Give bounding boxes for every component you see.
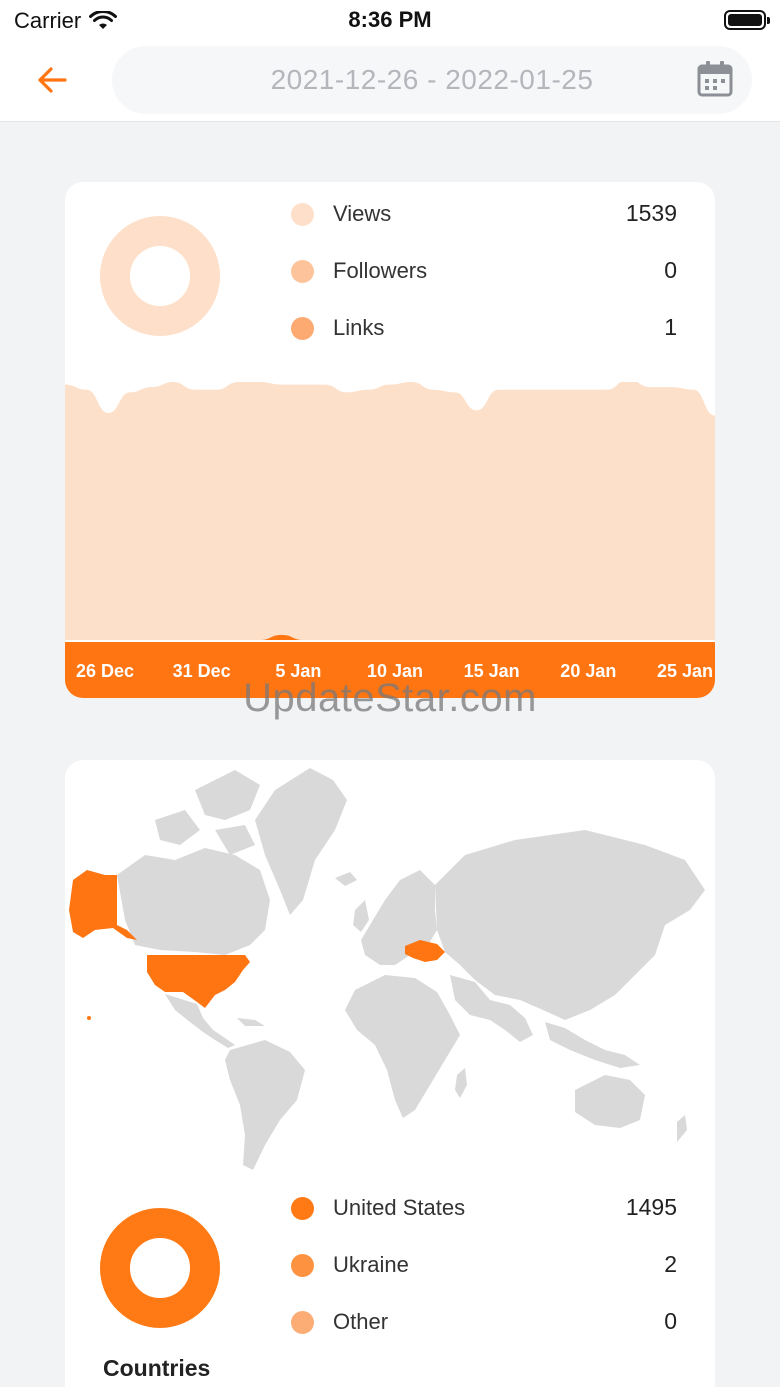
world-map — [69, 768, 705, 1170]
legend-dot-views — [291, 203, 314, 226]
views-area-chart — [65, 382, 715, 640]
status-time: 8:36 PM — [348, 7, 432, 32]
arrow-left-icon — [38, 67, 67, 93]
stats-donut-chart — [100, 216, 220, 336]
stats-legend: Views 1539 Followers 0 Links 1 — [291, 190, 677, 361]
legend-value-links: 1 — [664, 314, 677, 340]
calendar-icon[interactable] — [696, 60, 734, 98]
legend-label-links: Links — [333, 315, 385, 340]
map-new-zealand[interactable] — [677, 1115, 687, 1142]
countries-title: Countries — [103, 1355, 211, 1381]
map-greenland[interactable] — [255, 768, 347, 915]
date-range-text: 2021-12-26 - 2022-01-25 — [270, 64, 594, 95]
nav-bar: 2021-12-26 - 2022-01-25 — [0, 40, 780, 122]
legend-label-views: Views — [333, 201, 392, 226]
legend-label-other: Other — [333, 1309, 389, 1334]
legend-item-other: Other 0 — [291, 1298, 677, 1355]
map-usa[interactable] — [147, 955, 250, 1008]
legend-value-united-states: 1495 — [625, 1194, 677, 1220]
legend-item-united-states: United States 1495 — [291, 1184, 677, 1241]
map-southeast-asia[interactable] — [545, 1022, 640, 1068]
legend-dot-united-states — [291, 1197, 314, 1220]
watermark: UpdateStar.com — [243, 676, 537, 720]
legend-dot-links — [291, 317, 314, 340]
legend-item-ukraine: Ukraine 2 — [291, 1241, 677, 1298]
date-range-picker[interactable]: 2021-12-26 - 2022-01-25 — [112, 46, 752, 114]
map-uk[interactable] — [353, 900, 369, 932]
countries-donut-ring — [100, 1208, 220, 1328]
countries-card: United States 1495 Ukraine 2 Other 0 Cou… — [65, 760, 715, 1387]
map-madagascar[interactable] — [455, 1068, 467, 1098]
legend-item-followers: Followers 0 — [291, 247, 677, 304]
legend-dot-followers — [291, 260, 314, 283]
legend-label-ukraine: Ukraine — [333, 1252, 409, 1277]
area-series-0 — [65, 382, 715, 640]
legend-value-followers: 0 — [664, 257, 677, 283]
map-australia[interactable] — [575, 1075, 645, 1128]
map-canada[interactable] — [117, 848, 270, 955]
legend-label-united-states: United States — [333, 1195, 466, 1220]
status-bar: Carrier 8:36 PM — [0, 0, 780, 40]
battery-icon — [724, 10, 770, 30]
legend-value-ukraine: 2 — [664, 1251, 677, 1277]
legend-item-views: Views 1539 — [291, 190, 677, 247]
legend-label-followers: Followers — [333, 258, 428, 283]
countries-donut-chart — [100, 1208, 220, 1328]
legend-dot-ukraine — [291, 1254, 314, 1277]
back-button[interactable] — [30, 60, 74, 100]
map-iceland[interactable] — [335, 872, 357, 886]
legend-item-links: Links 1 — [291, 304, 677, 361]
map-arctic-islands[interactable] — [155, 770, 260, 855]
map-south-america[interactable] — [225, 1040, 305, 1170]
stats-card: Views 1539 Followers 0 Links 1 26 Dec 31 … — [65, 182, 715, 698]
legend-value-views: 1539 — [625, 200, 677, 226]
stats-donut-ring — [100, 216, 220, 336]
map-hawaii[interactable] — [87, 1016, 91, 1020]
countries-legend: United States 1495 Ukraine 2 Other 0 — [291, 1184, 677, 1355]
legend-dot-other — [291, 1311, 314, 1334]
legend-value-other: 0 — [664, 1308, 677, 1334]
map-caribbean[interactable] — [237, 1018, 265, 1026]
map-africa[interactable] — [345, 975, 460, 1118]
